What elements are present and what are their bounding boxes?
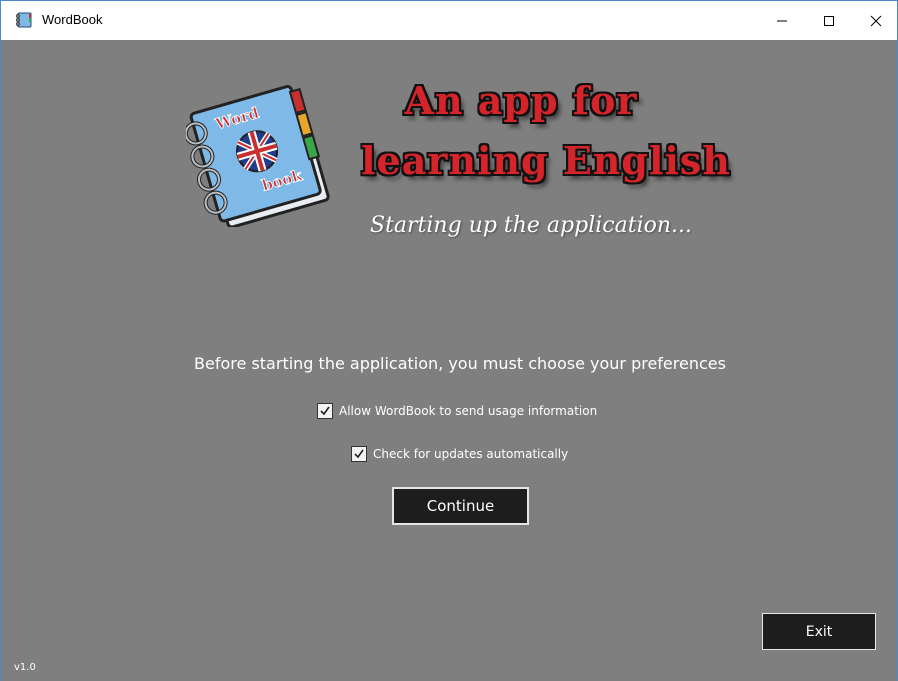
auto-update-option[interactable]: Check for updates automatically	[351, 446, 568, 462]
usage-info-checkbox[interactable]	[317, 403, 333, 419]
exit-button[interactable]: Exit	[762, 613, 876, 650]
startup-status-text: Starting up the application...	[370, 213, 692, 238]
book-app-icon	[15, 12, 32, 28]
headline-line-2: learning English	[361, 138, 731, 183]
close-icon	[870, 15, 882, 26]
continue-button[interactable]: Continue	[392, 487, 529, 525]
minimize-button[interactable]	[759, 1, 805, 40]
preferences-heading: Before starting the application, you mus…	[194, 354, 726, 373]
usage-info-label: Allow WordBook to send usage information	[339, 404, 598, 418]
version-label: v1.0	[14, 662, 36, 673]
checkmark-icon	[320, 406, 330, 416]
auto-update-checkbox[interactable]	[351, 446, 367, 462]
title-bar[interactable]: WordBook	[1, 0, 897, 40]
close-button[interactable]	[853, 1, 898, 40]
auto-update-label: Check for updates automatically	[373, 447, 569, 461]
minimize-icon	[777, 20, 787, 21]
usage-info-option[interactable]: Allow WordBook to send usage information	[317, 403, 597, 419]
window-title: WordBook	[42, 12, 103, 27]
maximize-button[interactable]	[806, 1, 852, 40]
app-window: WordBook Word book An app for learning E…	[0, 0, 898, 681]
wordbook-logo-icon: Word book	[186, 85, 330, 227]
checkmark-icon	[354, 449, 364, 459]
headline-line-1: An app for	[404, 78, 638, 123]
maximize-icon	[824, 15, 834, 26]
